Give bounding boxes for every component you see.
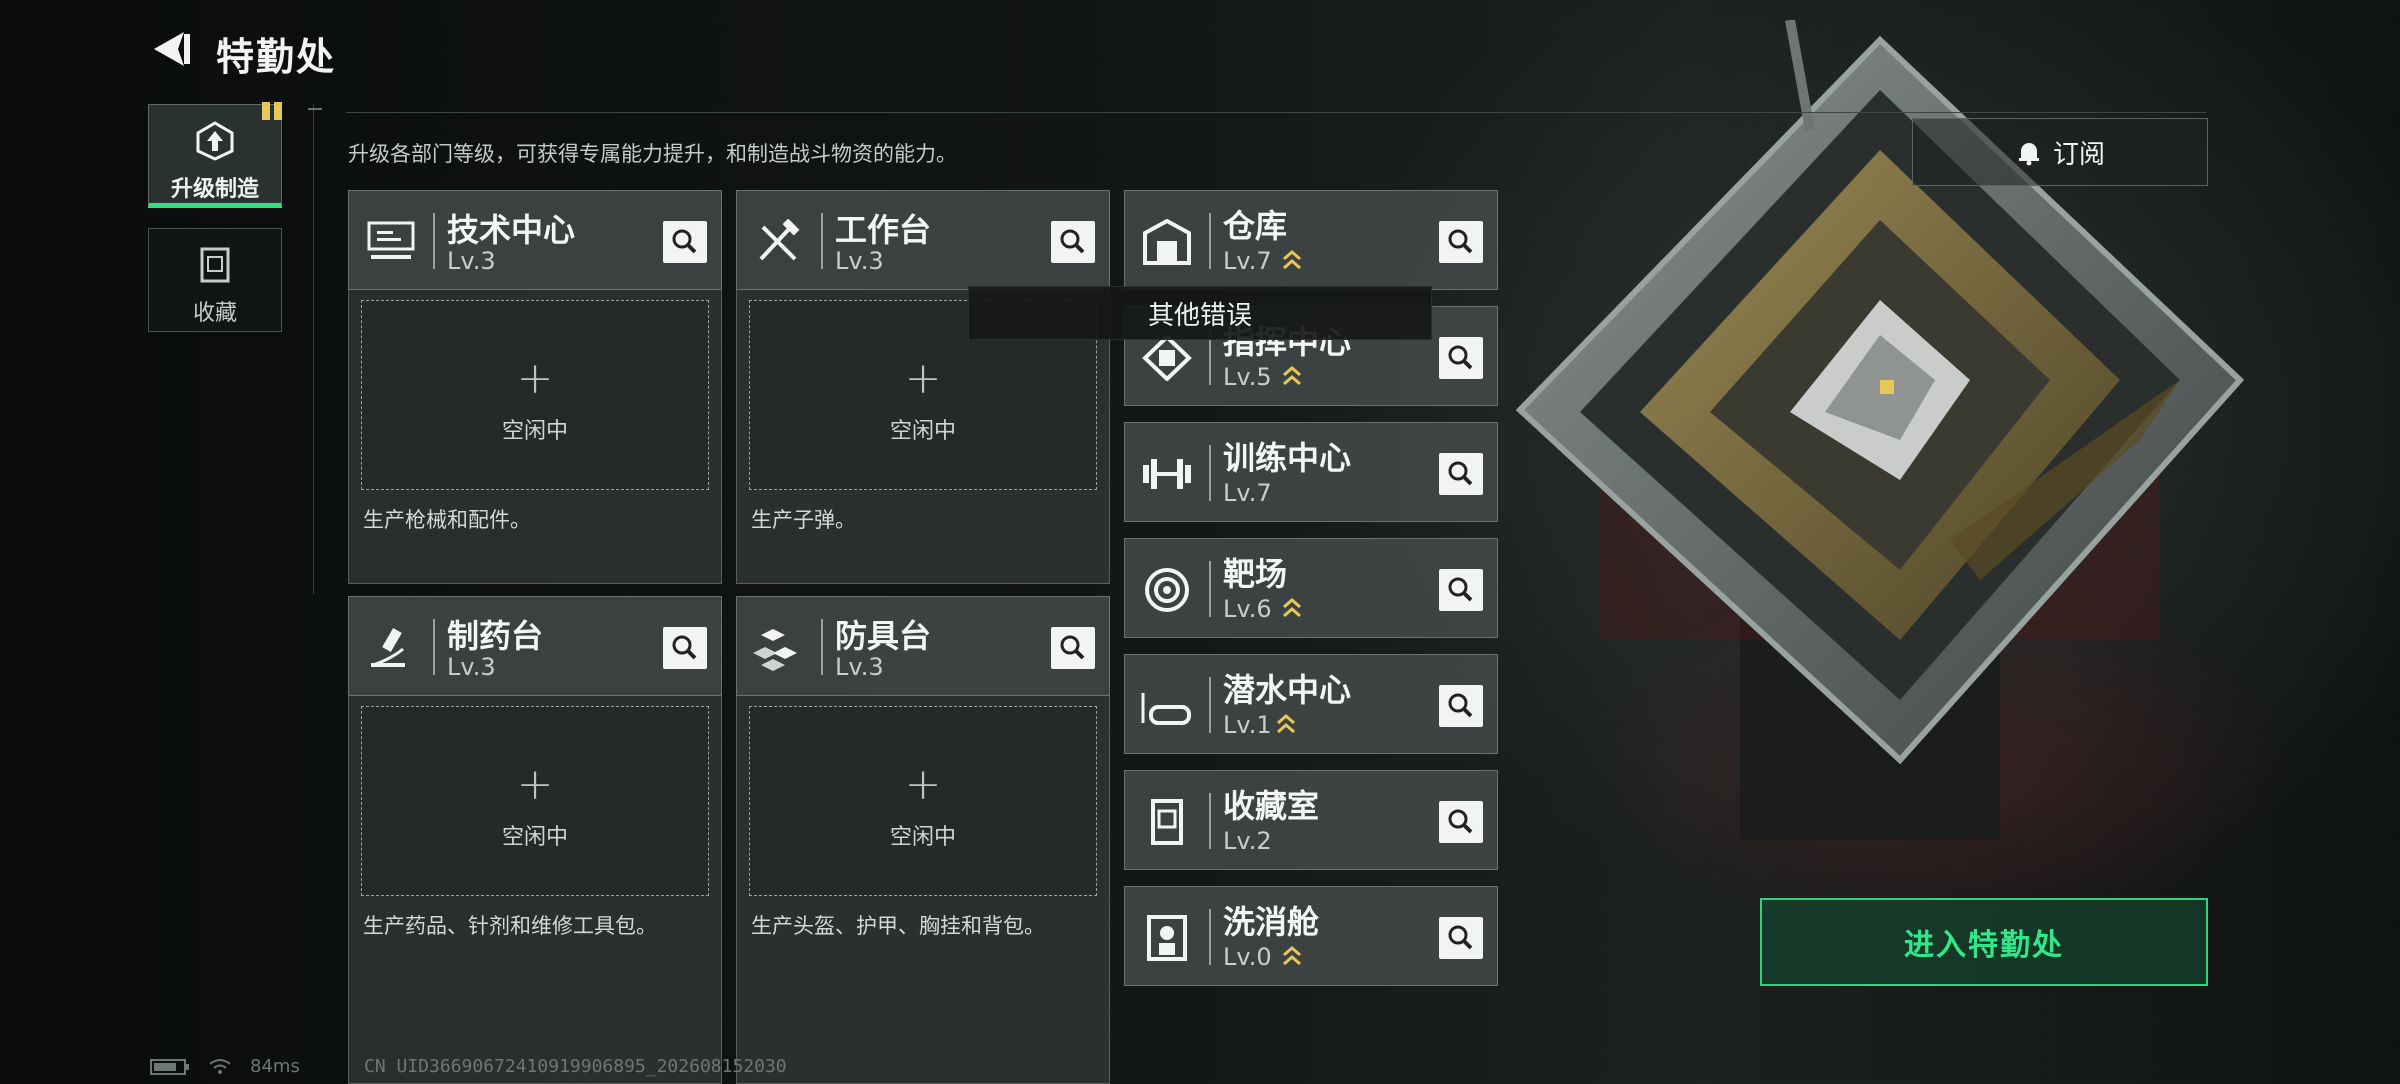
- search-icon[interactable]: [1439, 453, 1483, 495]
- ping-readout: 84ms: [250, 1056, 300, 1077]
- facility-level: Lv.5: [1223, 363, 1272, 391]
- warehouse-icon: [1143, 219, 1191, 265]
- workshop-level: Lv.3: [835, 247, 884, 275]
- add-icon: +: [516, 759, 554, 810]
- search-icon[interactable]: [1439, 569, 1483, 611]
- search-icon[interactable]: [1439, 221, 1483, 263]
- bell-icon: [2018, 143, 2039, 166]
- facility-row-warehouse[interactable]: 仓库 Lv.7: [1124, 190, 1498, 290]
- notification-badge: [274, 102, 282, 120]
- search-icon[interactable]: [1051, 627, 1095, 669]
- upgrade-arrow-icon: [1283, 946, 1301, 966]
- facility-name: 洗消舱: [1223, 903, 1320, 941]
- search-icon[interactable]: [663, 627, 707, 669]
- facility-name: 训练中心: [1223, 439, 1352, 477]
- add-icon: +: [516, 353, 554, 404]
- subscribe-label: 订阅: [2052, 139, 2105, 170]
- hazmat-icon: [1147, 915, 1187, 961]
- production-slot[interactable]: + 空闲中: [361, 300, 709, 490]
- page-title: 特勤处: [216, 35, 337, 79]
- enter-special-ops-button[interactable]: 进入特勤处: [1760, 898, 2208, 986]
- facility-name: 收藏室: [1223, 787, 1320, 825]
- monitor-icon: [367, 221, 415, 259]
- workshop-name: 防具台: [835, 617, 932, 655]
- nav-item-label: 收藏: [192, 301, 237, 326]
- divider: [346, 112, 2206, 113]
- divider: [313, 104, 314, 594]
- microscope-icon: [371, 627, 405, 667]
- workshop-name: 工作台: [835, 211, 932, 249]
- error-tooltip: 其他错误: [968, 286, 1432, 340]
- page-description: 升级各部门等级，可获得专属能力提升，和制造战斗物资的能力。: [348, 142, 957, 166]
- facility-row-decon-chamber[interactable]: 洗消舱 Lv.0: [1124, 886, 1498, 986]
- workshop-production-desc: 生产子弹。: [751, 508, 856, 532]
- slot-status: 空闲中: [501, 825, 568, 850]
- collection-case-icon: [200, 247, 230, 283]
- back-arrow-icon[interactable]: [148, 28, 192, 70]
- facility-row-shooting-range[interactable]: 靶场 Lv.6: [1124, 538, 1498, 638]
- upgrade-arrow-icon: [1277, 714, 1295, 734]
- workshop-card-armor-bench[interactable]: 防具台 Lv.3 + 空闲中 生产头盔、护甲、胸挂和背包。: [736, 596, 1110, 1084]
- search-icon[interactable]: [1439, 337, 1483, 379]
- search-icon[interactable]: [1439, 917, 1483, 959]
- diving-mask-icon: [1141, 693, 1191, 725]
- hammer-wrench-icon: [759, 219, 800, 261]
- production-slot[interactable]: + 空闲中: [749, 706, 1097, 896]
- search-icon[interactable]: [663, 221, 707, 263]
- facility-level: Lv.1: [1223, 711, 1272, 739]
- add-icon: +: [904, 759, 942, 810]
- armor-blocks-icon: [753, 629, 797, 671]
- status-bar: 84ms: [150, 1056, 300, 1077]
- facility-row-diving-center[interactable]: 潜水中心 Lv.1: [1124, 654, 1498, 754]
- collection-case-icon: [1151, 799, 1183, 845]
- facility-row-collection-room[interactable]: 收藏室 Lv.2: [1124, 770, 1498, 870]
- subscribe-button[interactable]: 订阅: [1912, 118, 2208, 186]
- upgrade-arrow-icon: [1283, 250, 1301, 270]
- upgrade-arrow-icon: [1283, 598, 1301, 618]
- wifi-icon: [209, 1058, 231, 1074]
- slot-status: 空闲中: [889, 419, 956, 444]
- workshop-level: Lv.3: [835, 653, 884, 681]
- battery-icon: [150, 1058, 189, 1075]
- facility-level: Lv.2: [1223, 827, 1272, 855]
- search-icon[interactable]: [1439, 685, 1483, 727]
- facility-name: 潜水中心: [1223, 671, 1352, 709]
- workshop-card-workbench[interactable]: 工作台 Lv.3 + 空闲中 生产子弹。: [736, 190, 1110, 584]
- command-chip-icon: [1142, 335, 1192, 381]
- nav-item-label: 升级制造: [170, 177, 259, 202]
- workshop-name: 技术中心: [447, 211, 576, 249]
- user-uid: CN UID36690672410919906895_202608152030: [364, 1056, 787, 1077]
- slot-status: 空闲中: [501, 419, 568, 444]
- facility-name: 靶场: [1223, 555, 1288, 593]
- facility-row-training-center[interactable]: 训练中心 Lv.7: [1124, 422, 1498, 522]
- workshop-name: 制药台: [447, 617, 544, 655]
- facility-level: Lv.7: [1223, 479, 1272, 507]
- production-slot[interactable]: + 空闲中: [361, 706, 709, 896]
- nav-collection[interactable]: 收藏: [148, 228, 282, 332]
- target-icon: [1145, 568, 1189, 612]
- facility-level: Lv.0: [1223, 943, 1272, 971]
- workshop-production-desc: 生产头盔、护甲、胸挂和背包。: [751, 914, 1045, 938]
- search-icon[interactable]: [1051, 221, 1095, 263]
- dumbbell-icon: [1143, 459, 1191, 489]
- divider: [308, 108, 322, 110]
- notification-badge: [262, 102, 270, 120]
- facility-level: Lv.6: [1223, 595, 1272, 623]
- workshop-production-desc: 生产枪械和配件。: [363, 508, 531, 532]
- workshop-level: Lv.3: [447, 653, 496, 681]
- upgrade-gear-icon: [196, 121, 234, 161]
- workshop-card-pharmacy[interactable]: 制药台 Lv.3 + 空闲中 生产药品、针剂和维修工具包。: [348, 596, 722, 1084]
- search-icon[interactable]: [1439, 801, 1483, 843]
- upgrade-arrow-icon: [1283, 366, 1301, 386]
- workshop-card-tech-center[interactable]: 技术中心 Lv.3 + 空闲中 生产枪械和配件。: [348, 190, 722, 584]
- workshop-production-desc: 生产药品、针剂和维修工具包。: [363, 914, 657, 938]
- facility-level: Lv.7: [1223, 247, 1272, 275]
- facility-name: 仓库: [1223, 207, 1288, 245]
- slot-status: 空闲中: [889, 825, 956, 850]
- workshop-level: Lv.3: [447, 247, 496, 275]
- add-icon: +: [904, 353, 942, 404]
